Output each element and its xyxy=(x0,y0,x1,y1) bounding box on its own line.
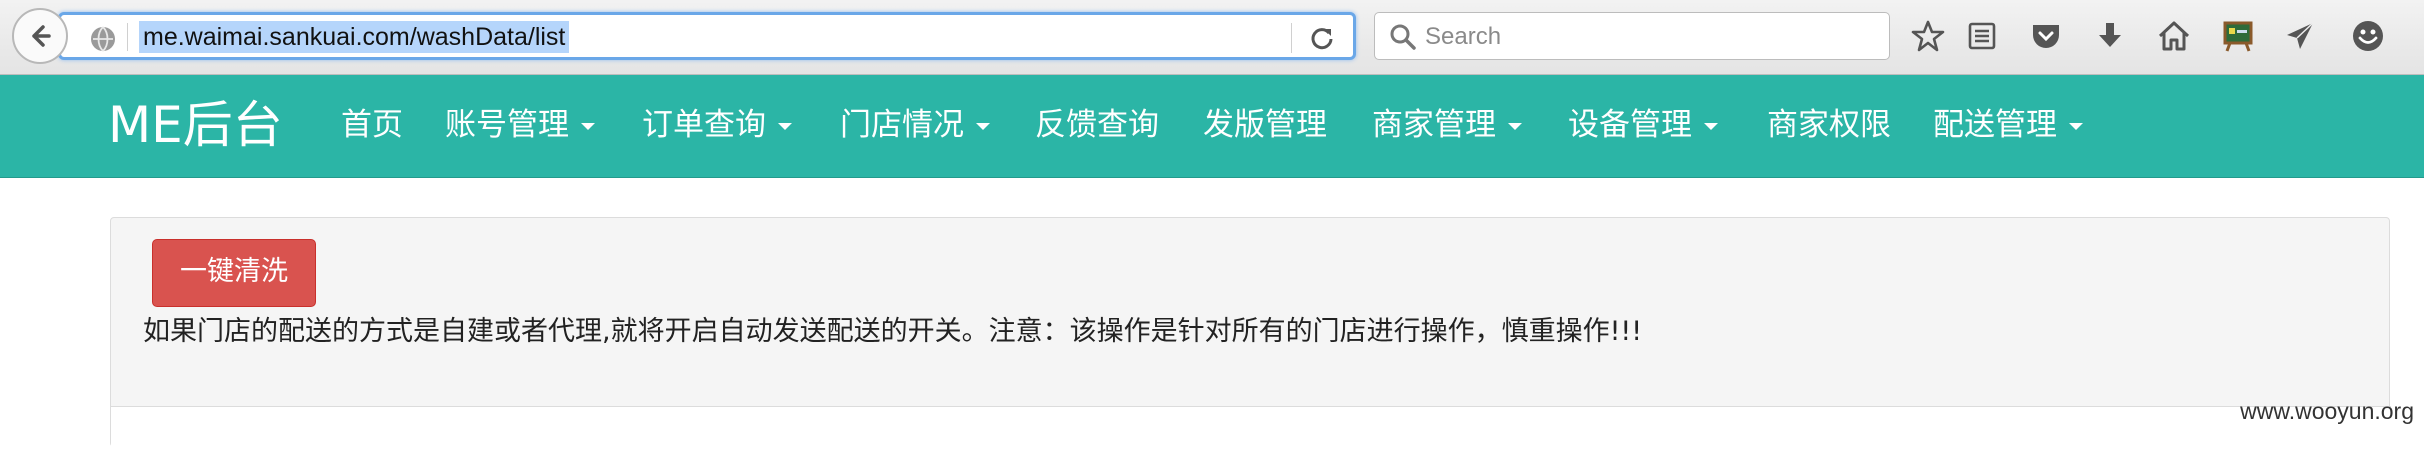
nav-item-label: 首页 xyxy=(341,107,403,143)
nav-merchant-management[interactable]: 商家管理 xyxy=(1372,103,1522,147)
reading-list-icon[interactable] xyxy=(1964,18,2000,54)
nav-account-management[interactable]: 账号管理 xyxy=(445,103,595,147)
nav-delivery-management[interactable]: 配送管理 xyxy=(1933,103,2083,147)
wash-data-panel: 一键清洗 如果门店的配送的方式是自建或者代理,就将开启自动发送配送的开关。注意：… xyxy=(110,217,2391,467)
extension-icon[interactable] xyxy=(2220,18,2256,54)
nav-store-status[interactable]: 门店情况 xyxy=(840,103,990,147)
caret-down-icon xyxy=(778,123,792,130)
address-bar[interactable]: me.waimai.sankuai.com/washData/list xyxy=(58,12,1356,60)
pocket-icon[interactable] xyxy=(2028,18,2064,54)
search-input[interactable] xyxy=(1423,19,1867,55)
nav-release-management[interactable]: 发版管理 xyxy=(1203,103,1327,147)
caret-down-icon xyxy=(2069,123,2083,130)
search-bar[interactable] xyxy=(1374,12,1890,60)
home-icon[interactable] xyxy=(2156,18,2192,54)
notice-text: 如果门店的配送的方式是自建或者代理,就将开启自动发送配送的开关。注意：该操作是针… xyxy=(143,316,1643,347)
browser-toolbar: me.waimai.sankuai.com/washData/list xyxy=(0,0,2424,75)
search-icon xyxy=(1390,24,1416,50)
panel-body xyxy=(111,406,2391,467)
nav-item-label: 配送管理 xyxy=(1933,107,2057,143)
nav-item-label: 设备管理 xyxy=(1568,107,1692,143)
nav-item-label: 账号管理 xyxy=(445,107,569,143)
brand-logo[interactable]: ME后台 xyxy=(108,95,283,155)
caret-down-icon xyxy=(581,123,595,130)
globe-icon xyxy=(91,26,115,52)
download-icon[interactable] xyxy=(2092,18,2128,54)
nav-item-label: 门店情况 xyxy=(840,107,964,143)
caret-down-icon xyxy=(1508,123,1522,130)
nav-device-management[interactable]: 设备管理 xyxy=(1568,103,1718,147)
watermark: www.wooyun.org xyxy=(2240,398,2414,424)
url-separator-right xyxy=(1291,23,1292,53)
nav-item-label: 反馈查询 xyxy=(1035,107,1159,143)
nav-merchant-permissions[interactable]: 商家权限 xyxy=(1767,103,1891,147)
url-separator xyxy=(127,23,128,51)
nav-item-label: 商家管理 xyxy=(1372,107,1496,143)
nav-item-label: 商家权限 xyxy=(1767,107,1891,143)
nav-order-query[interactable]: 订单查询 xyxy=(642,103,792,147)
reload-icon[interactable] xyxy=(1309,25,1335,51)
url-text[interactable]: me.waimai.sankuai.com/washData/list xyxy=(139,21,570,53)
smiley-icon[interactable] xyxy=(2350,18,2386,54)
nav-home[interactable]: 首页 xyxy=(341,103,403,147)
bookmark-star-icon[interactable] xyxy=(1910,18,1946,54)
nav-item-label: 发版管理 xyxy=(1203,107,1327,143)
back-button[interactable] xyxy=(12,8,68,64)
back-arrow-icon xyxy=(32,25,51,47)
one-click-clean-button[interactable]: 一键清洗 xyxy=(152,239,316,307)
send-icon[interactable] xyxy=(2282,18,2318,54)
caret-down-icon xyxy=(976,123,990,130)
nav-feedback-query[interactable]: 反馈查询 xyxy=(1035,103,1159,147)
site-navbar: ME后台 首页 账号管理 订单查询 门店情况 反馈查询 发版管理 商家管理 设备管理 商家权限 配… xyxy=(0,75,2424,178)
nav-item-label: 订单查询 xyxy=(642,107,766,143)
caret-down-icon xyxy=(1704,123,1718,130)
